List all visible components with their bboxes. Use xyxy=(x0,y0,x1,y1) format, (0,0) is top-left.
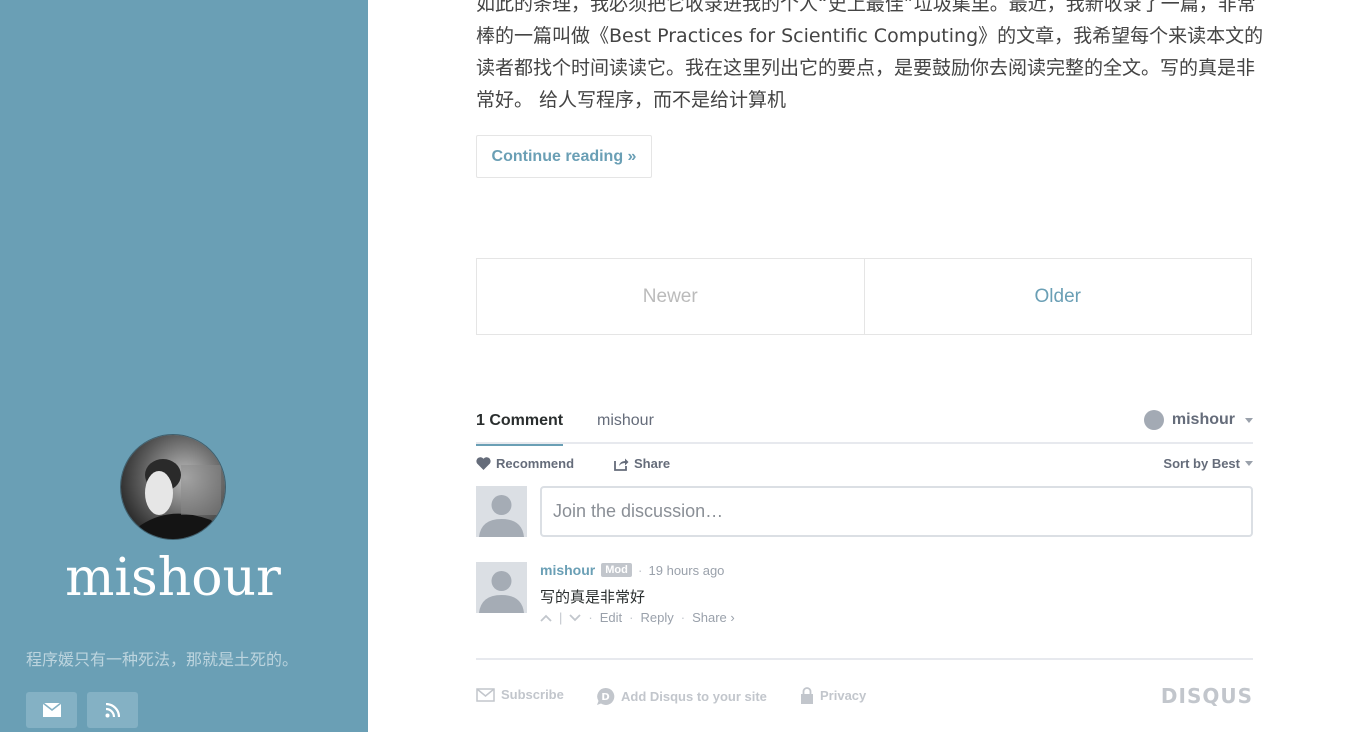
comment-time[interactable]: 19 hours ago xyxy=(649,563,725,578)
email-button[interactable] xyxy=(26,692,77,728)
pagination: Newer Older xyxy=(476,258,1252,335)
disqus-logo[interactable]: DISQUS xyxy=(1161,684,1253,708)
guest-avatar xyxy=(476,486,527,537)
comment-author[interactable]: mishour xyxy=(540,562,595,578)
tab-comments[interactable]: 1 Comment xyxy=(476,412,564,446)
user-silhouette-icon xyxy=(476,562,527,613)
upvote-icon[interactable] xyxy=(540,614,552,622)
downvote-icon[interactable] xyxy=(569,613,582,622)
site-title[interactable]: mishour xyxy=(0,548,346,608)
avatar xyxy=(120,434,226,540)
join-discussion-input[interactable]: Join the discussion… xyxy=(540,486,1253,537)
comment-footer: | · Edit · Reply · Share › xyxy=(540,610,735,625)
share-label: Share xyxy=(634,456,671,471)
comment-avatar[interactable] xyxy=(476,562,527,613)
edit-link[interactable]: Edit xyxy=(600,610,622,625)
disqus-thread: 1 Comment mishour mishour Recommend Shar… xyxy=(476,400,1253,724)
comment-item: mishour Mod · 19 hours ago 写的真是非常好 | · E… xyxy=(476,562,1253,660)
heart-icon xyxy=(476,457,491,470)
disqus-bubble-icon: D xyxy=(597,687,615,705)
sort-label: Sort by Best xyxy=(1163,456,1240,471)
reply-link[interactable]: Reply xyxy=(640,610,673,625)
separator: · xyxy=(588,610,593,625)
share-thread-button[interactable]: Share xyxy=(614,456,670,471)
chevron-down-icon xyxy=(1245,417,1253,423)
disqus-nav: 1 Comment mishour mishour xyxy=(476,400,1253,446)
rss-icon xyxy=(105,702,120,717)
sidebar: mishour 程序媛只有一种死法，那就是土死的。 xyxy=(0,0,368,732)
share-icon xyxy=(614,458,629,471)
comment-header: mishour Mod · 19 hours ago xyxy=(540,562,724,578)
svg-text:D: D xyxy=(601,692,609,703)
newer-button: Newer xyxy=(477,259,865,334)
chevron-down-icon xyxy=(1245,461,1253,466)
subscribe-label: Subscribe xyxy=(501,687,564,702)
envelope-icon xyxy=(42,703,61,717)
older-button[interactable]: Older xyxy=(865,259,1252,334)
recommend-label: Recommend xyxy=(496,456,575,471)
thread-actions: Recommend Share Sort by Best xyxy=(476,444,1253,486)
continue-reading-button[interactable]: Continue reading » xyxy=(476,135,652,178)
privacy-label: Privacy xyxy=(820,688,867,703)
privacy-link[interactable]: Privacy xyxy=(800,687,866,704)
disqus-footer: Subscribe D Add Disqus to your site Priv… xyxy=(476,660,1253,724)
user-avatar-icon xyxy=(1143,410,1164,430)
subscribe-link[interactable]: Subscribe xyxy=(476,687,564,702)
post-excerpt: 如此的条理，我必须把它收录进我的个人“史上最佳”垃圾集里。最近，我新收录了一篇，… xyxy=(476,0,1264,111)
separator: · xyxy=(680,610,686,625)
recommend-button[interactable]: Recommend xyxy=(476,456,574,471)
avatar-photo-icon xyxy=(121,435,225,539)
comment-composer: Join the discussion… xyxy=(476,486,1253,562)
separator: · xyxy=(637,562,643,578)
user-menu[interactable]: mishour xyxy=(1143,410,1253,430)
user-name: mishour xyxy=(1171,411,1235,428)
site-tagline: 程序媛只有一种死法，那就是土死的。 xyxy=(26,650,299,669)
add-disqus-link[interactable]: D Add Disqus to your site xyxy=(596,687,767,706)
add-disqus-label: Add Disqus to your site xyxy=(621,689,767,704)
tab-community[interactable]: mishour xyxy=(597,412,654,430)
rss-button[interactable] xyxy=(87,692,138,728)
sort-dropdown[interactable]: Sort by Best xyxy=(1163,456,1253,471)
lock-icon xyxy=(801,687,813,704)
separator: · xyxy=(629,610,634,625)
envelope-icon xyxy=(476,687,495,702)
share-comment-link[interactable]: Share › xyxy=(692,610,735,625)
mod-badge: Mod xyxy=(601,563,632,577)
comment-body: 写的真是非常好 xyxy=(540,588,646,606)
separator: | xyxy=(559,610,563,625)
user-silhouette-icon xyxy=(476,486,527,537)
